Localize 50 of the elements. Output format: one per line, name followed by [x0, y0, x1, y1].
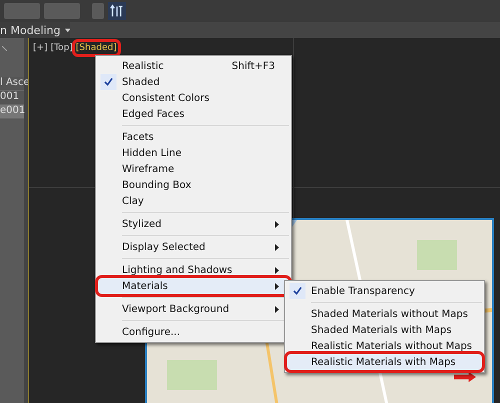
menu-item-label: Realistic — [122, 60, 165, 72]
menu-item-label: Materials — [122, 280, 169, 292]
menu-item-label: Hidden Line — [122, 148, 183, 158]
toolbar-button[interactable] — [44, 3, 80, 19]
menu-item[interactable]: Realistic Materials without Maps — [287, 338, 482, 354]
scene-list-item[interactable]: 001 — [0, 91, 24, 105]
menu-item-label: Clay — [122, 196, 145, 206]
menu-item-label: Consistent Colors — [122, 92, 210, 104]
menu-item-label: Wireframe — [122, 164, 176, 174]
menu-item[interactable]: Wireframe — [98, 161, 289, 177]
menu-item-label: Shaded Materials without Maps — [311, 308, 469, 320]
toolbar-button[interactable] — [92, 3, 104, 19]
viewport-label[interactable]: [+] — [32, 42, 49, 54]
sort-icon[interactable] — [108, 2, 126, 20]
menu-item[interactable]: Clay — [98, 193, 289, 209]
shortcut-label: Shift+F3 — [232, 60, 275, 72]
menu-item[interactable]: Bounding Box — [98, 177, 289, 193]
menu-item-label: Shaded — [122, 76, 161, 88]
menu-item[interactable]: Shaded Materials with Maps — [287, 322, 482, 338]
menu-item-label: Facets — [122, 132, 155, 142]
viewport-label[interactable]: [Top] — [50, 42, 74, 54]
menu-item[interactable]: Facets — [98, 129, 289, 145]
menu-item[interactable]: Lighting and Shadows — [98, 262, 289, 278]
menu-item[interactable]: Edged Faces — [98, 106, 289, 122]
caret-icon — [2, 46, 7, 51]
menu-item-label: Viewport Background — [122, 304, 230, 314]
menu-item-label: Stylized — [122, 218, 162, 230]
menu-item[interactable]: Enable Transparency — [287, 283, 482, 299]
menu-item-label: Display Selected — [122, 242, 206, 252]
menu-item[interactable]: Realistic Shift+F3 — [98, 58, 289, 74]
menu-item[interactable]: Realistic Materials with Maps — [287, 354, 482, 370]
arrow-icon — [454, 371, 476, 383]
menu-item-label: Edged Faces — [122, 108, 186, 120]
viewport-label[interactable]: [Shaded] — [74, 42, 118, 54]
menu-item[interactable]: Stylized — [98, 216, 289, 232]
menu-item[interactable]: Display Selected — [98, 239, 289, 255]
caret-icon — [64, 28, 70, 32]
menu-item[interactable]: Shaded Materials without Maps — [287, 306, 482, 322]
toolbar-button[interactable] — [4, 3, 40, 19]
menu-item[interactable]: Shaded — [98, 74, 289, 90]
menu-item[interactable]: Hidden Line — [98, 145, 289, 161]
menu-item-label: Shaded Materials with Maps — [311, 324, 453, 336]
menu-item[interactable]: Materials — [98, 278, 289, 294]
menu-item-label: Bounding Box — [122, 180, 192, 190]
menu-item-label: Realistic Materials with Maps — [311, 356, 457, 368]
menu-item-label: Realistic Materials without Maps — [311, 340, 474, 352]
menu-item-label: Enable Transparency — [311, 286, 416, 296]
menu-item-label: Configure... — [122, 326, 182, 338]
menu-item[interactable]: Consistent Colors — [98, 90, 289, 106]
menu-item-label: Lighting and Shadows — [122, 264, 234, 276]
